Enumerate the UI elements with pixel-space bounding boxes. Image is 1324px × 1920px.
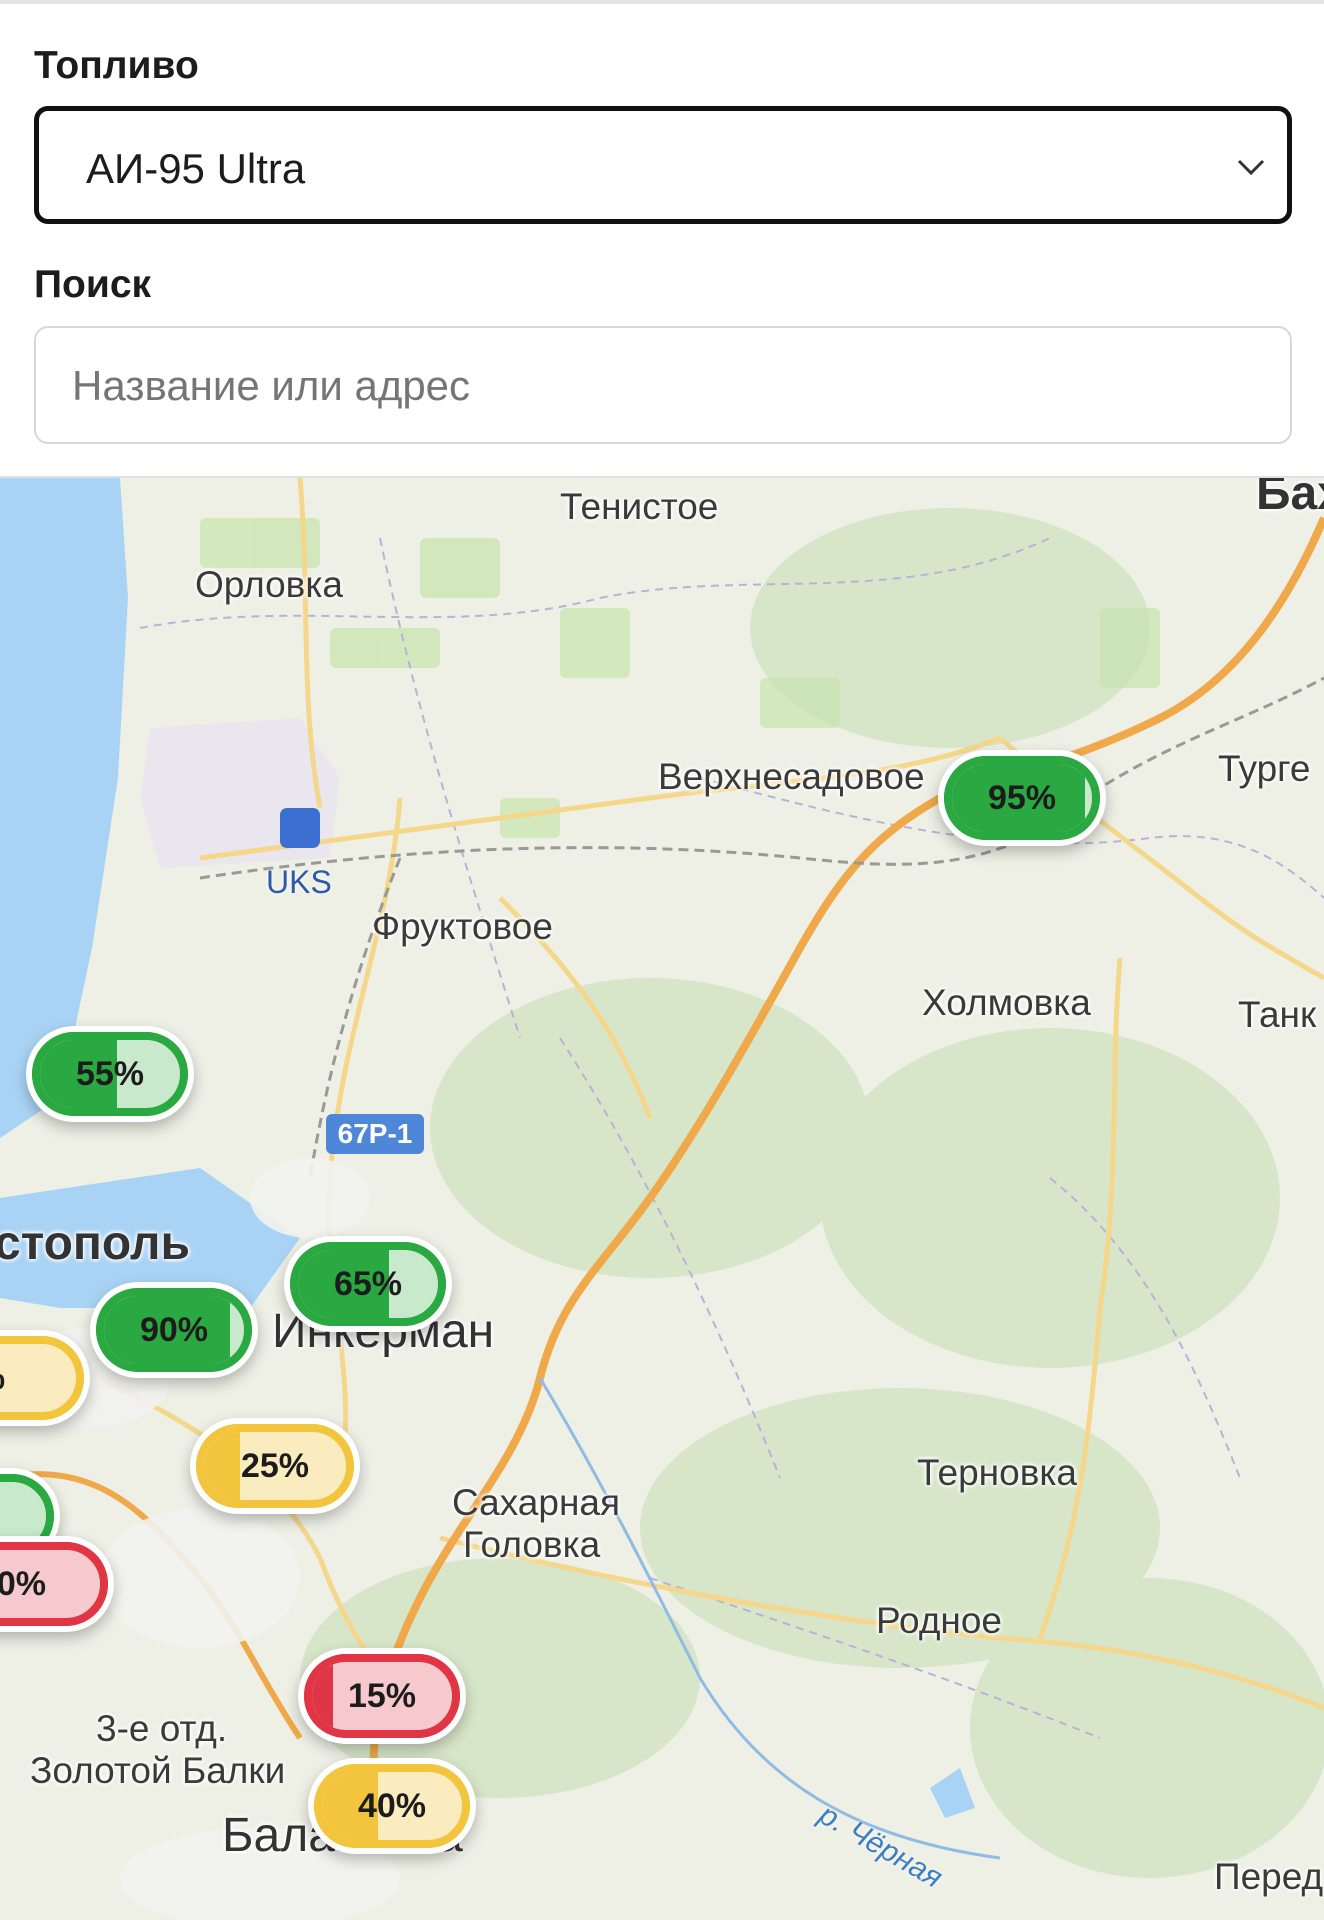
chevron-down-icon xyxy=(1237,159,1265,176)
availability-percent: 55% xyxy=(75,1055,145,1093)
road-number-badge: 67Р-1 xyxy=(326,1114,424,1154)
place-label: Верхнесадовое xyxy=(658,756,925,797)
availability-percent: 15% xyxy=(347,1677,417,1715)
availability-percent: % xyxy=(0,1344,76,1412)
place-label: стополь xyxy=(0,1217,191,1270)
filter-panel: Топливо АИ-95 Ultra Поиск Название или а… xyxy=(0,0,1324,476)
fuel-station-marker[interactable]: 15% xyxy=(298,1648,466,1744)
place-label: Орловка xyxy=(195,564,343,605)
fuel-station-marker[interactable]: 95% xyxy=(938,750,1106,846)
place-label: Бах xyxy=(1256,476,1324,520)
availability-percent: 95% xyxy=(987,779,1057,817)
fuel-station-marker[interactable]: 20% xyxy=(0,1536,114,1632)
search-input[interactable]: Название или адрес xyxy=(34,326,1292,444)
fuel-station-marker[interactable]: 90% xyxy=(90,1282,258,1378)
fuel-station-marker[interactable]: 65% xyxy=(284,1236,452,1332)
airport-icon xyxy=(280,808,320,848)
place-label: Головка xyxy=(463,1524,601,1565)
fuel-station-marker[interactable]: 25% xyxy=(190,1418,360,1514)
availability-percent: 65% xyxy=(333,1265,403,1303)
place-label: Родное xyxy=(876,1600,1002,1641)
airport-code: UKS xyxy=(266,864,332,900)
availability-percent: 40% xyxy=(357,1787,427,1825)
availability-percent: 25% xyxy=(240,1447,310,1485)
place-label: Золотой Балки xyxy=(30,1750,286,1791)
fuel-select[interactable]: АИ-95 Ultra xyxy=(34,106,1292,224)
place-label: Турге xyxy=(1218,748,1311,789)
place-label: Холмовка xyxy=(922,982,1091,1023)
fuel-station-marker[interactable]: 40% xyxy=(308,1758,476,1854)
place-label: Сахарная xyxy=(452,1482,620,1523)
place-label: Фруктовое xyxy=(372,906,553,947)
fuel-label: Топливо xyxy=(34,44,199,87)
place-label: Тенистое xyxy=(560,486,719,527)
fuel-station-marker[interactable]: 55% xyxy=(26,1026,194,1122)
availability-percent: 90% xyxy=(139,1311,209,1349)
place-label: Перед xyxy=(1214,1856,1324,1897)
fuel-select-value: АИ-95 Ultra xyxy=(86,145,306,192)
place-label: Танк xyxy=(1238,994,1317,1035)
search-label: Поиск xyxy=(34,263,152,306)
place-label: Терновка xyxy=(917,1452,1077,1493)
availability-percent: 20% xyxy=(0,1565,47,1603)
place-label: 3-е отд. xyxy=(96,1708,228,1749)
map[interactable]: UKS 67Р-1 р. Чёрная Тенистое Орловка Вер… xyxy=(0,476,1324,1920)
search-placeholder: Название или адрес xyxy=(72,362,471,409)
map-base xyxy=(0,478,1324,1920)
